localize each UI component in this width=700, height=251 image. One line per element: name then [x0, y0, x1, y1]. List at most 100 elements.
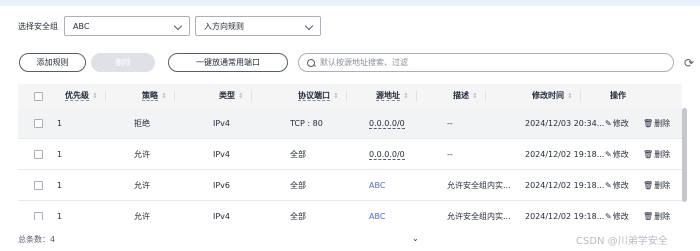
column-modified-time[interactable]: 修改时间 ⇕ [532, 84, 581, 108]
select-all-checkbox[interactable] [34, 92, 43, 101]
column-divider [104, 91, 106, 101]
search-icon [307, 57, 316, 69]
rule-direction-value: 入方向规则 [204, 21, 244, 31]
allow-common-ports-button[interactable]: 一键放通常用端口 [168, 53, 288, 72]
pencil-icon: ✎ [605, 119, 612, 128]
edit-label: 修改 [612, 212, 629, 220]
column-modified-time-label: 修改时间 [532, 91, 564, 100]
column-divider [173, 91, 175, 101]
trash-icon: 🗑 [643, 150, 654, 159]
cell-policy: 允许 [134, 181, 150, 190]
cell-modified-time: 2024/12/02 19:18... [525, 212, 605, 220]
cell-type: IPv4 [213, 119, 231, 128]
delete-link[interactable]: 🗑删除 [643, 139, 670, 170]
row-checkbox[interactable] [34, 150, 43, 159]
sort-icon[interactable]: ⇕ [567, 92, 573, 100]
add-rule-button[interactable]: 添加规则 [19, 53, 86, 72]
column-type-label: 类型 [219, 91, 235, 100]
edit-label: 修改 [612, 181, 629, 190]
refresh-icon[interactable]: ⟳ [682, 56, 696, 70]
cell-source-link[interactable]: ABC [369, 201, 385, 220]
delete-label: 删除 [654, 181, 671, 190]
search-input[interactable]: 默认按源地址搜索、过滤 [298, 53, 674, 72]
cell-priority: 1 [57, 181, 63, 190]
sort-icon[interactable]: ⇕ [403, 92, 409, 100]
table-scrollbar[interactable] [682, 108, 687, 202]
column-protocol-port-label: 协议端口 [298, 91, 330, 101]
table-row[interactable]: 1 允许 IPv6 全部 ABC 允许安全组内实... 2024/12/02 1… [18, 170, 682, 201]
filter-row: 选择安全组 ABC 入方向规则 [18, 15, 321, 37]
cell-source[interactable]: 0.0.0.0/0 [369, 108, 405, 139]
delete-label: 删除 [654, 119, 671, 128]
chevron-down-icon [304, 21, 314, 31]
delete-link[interactable]: 🗑删除 [643, 108, 670, 139]
cell-protocol-port: 全部 [290, 181, 306, 190]
pencil-icon: ✎ [605, 212, 612, 220]
sort-icon[interactable]: ⇕ [161, 92, 167, 100]
table-row[interactable]: 1 允许 IPv4 全部 ABC 允许安全组内实... 2024/12/02 1… [18, 201, 682, 220]
cell-policy: 允许 [134, 150, 150, 159]
cell-type: IPv4 [213, 212, 231, 220]
column-divider [579, 91, 581, 101]
column-type[interactable]: 类型 ⇕ [219, 84, 252, 108]
cell-modified-time: 2024/12/02 19:18... [525, 181, 605, 190]
cell-policy: 允许 [134, 212, 150, 220]
rules-table: 优先级 ⇕ 策略 ⇕ 类型 ⇕ 协议端口 ⇕ 源地址 ⇕ 描述 ⇕ 修改时间 ⇕ 操作 1 拒… [18, 84, 682, 220]
search-placeholder: 默认按源地址搜索、过滤 [320, 58, 408, 67]
column-divider [250, 91, 252, 101]
delete-button[interactable]: 删除 [91, 53, 155, 72]
table-header: 优先级 ⇕ 策略 ⇕ 类型 ⇕ 协议端口 ⇕ 源地址 ⇕ 描述 ⇕ 修改时间 ⇕ 操作 [18, 84, 682, 108]
chevron-down-icon [173, 21, 183, 31]
delete-link[interactable]: 🗑删除 [643, 201, 670, 220]
cell-modified-time: 2024/12/03 20:34... [525, 119, 605, 128]
sort-icon[interactable]: ⇕ [333, 92, 339, 100]
cell-type: IPv4 [213, 150, 231, 159]
trash-icon: 🗑 [643, 212, 654, 220]
security-group-select[interactable]: ABC [64, 16, 190, 36]
info-banner-strip [0, 0, 700, 6]
edit-link[interactable]: ✎修改 [605, 139, 629, 170]
edit-label: 修改 [612, 150, 629, 159]
column-priority[interactable]: 优先级 ⇕ [65, 84, 106, 108]
cell-type: IPv6 [213, 181, 231, 190]
column-policy-label: 策略 [142, 91, 158, 101]
edit-link[interactable]: ✎修改 [605, 108, 629, 139]
cell-protocol-port: TCP : 80 [290, 119, 323, 128]
cell-source-link[interactable]: ABC [369, 170, 385, 201]
cell-source-value: 0.0.0.0/0 [369, 119, 405, 129]
edit-link[interactable]: ✎修改 [605, 201, 629, 220]
total-count: 总条数：4 [18, 235, 56, 244]
column-divider [345, 91, 347, 101]
pencil-icon: ✎ [605, 150, 612, 159]
sort-icon[interactable]: ⇕ [92, 92, 98, 100]
table-row[interactable]: 1 拒绝 IPv4 TCP : 80 0.0.0.0/0 -- 2024/12/… [18, 108, 682, 139]
rule-direction-select[interactable]: 入方向规则 [195, 16, 321, 36]
cell-priority: 1 [57, 212, 63, 220]
column-actions-label: 操作 [610, 91, 626, 100]
row-checkbox[interactable] [34, 181, 43, 190]
security-group-label: 选择安全组 [18, 21, 58, 31]
row-checkbox[interactable] [34, 212, 43, 220]
security-group-value: ABC [73, 21, 90, 31]
cell-protocol-port: 全部 [290, 212, 306, 220]
table-row[interactable]: 1 允许 IPv4 全部 0.0.0.0/0 -- 2024/12/02 19:… [18, 139, 682, 170]
cell-priority: 1 [57, 150, 63, 159]
edit-link[interactable]: ✎修改 [605, 170, 629, 201]
cell-modified-time: 2024/12/02 19:18... [525, 150, 605, 159]
row-checkbox[interactable] [34, 119, 43, 128]
cell-description: 允许安全组内实... [447, 212, 511, 220]
cell-priority: 1 [57, 119, 63, 128]
cell-source[interactable]: 0.0.0.0/0 [369, 139, 405, 170]
sort-icon[interactable]: ⇕ [238, 92, 244, 100]
sort-icon[interactable]: ⇕ [472, 92, 478, 100]
column-source[interactable]: 源地址 ⇕ [376, 84, 417, 108]
column-description[interactable]: 描述 ⇕ [453, 84, 486, 108]
column-policy[interactable]: 策略 ⇕ [142, 84, 175, 108]
column-source-label: 源地址 [376, 91, 400, 101]
edit-label: 修改 [612, 119, 629, 128]
column-protocol-port[interactable]: 协议端口 ⇕ [298, 84, 347, 108]
trash-icon: 🗑 [643, 181, 654, 190]
column-actions: 操作 [610, 84, 626, 108]
delete-link[interactable]: 🗑删除 [643, 170, 670, 201]
cell-policy: 拒绝 [134, 119, 150, 128]
